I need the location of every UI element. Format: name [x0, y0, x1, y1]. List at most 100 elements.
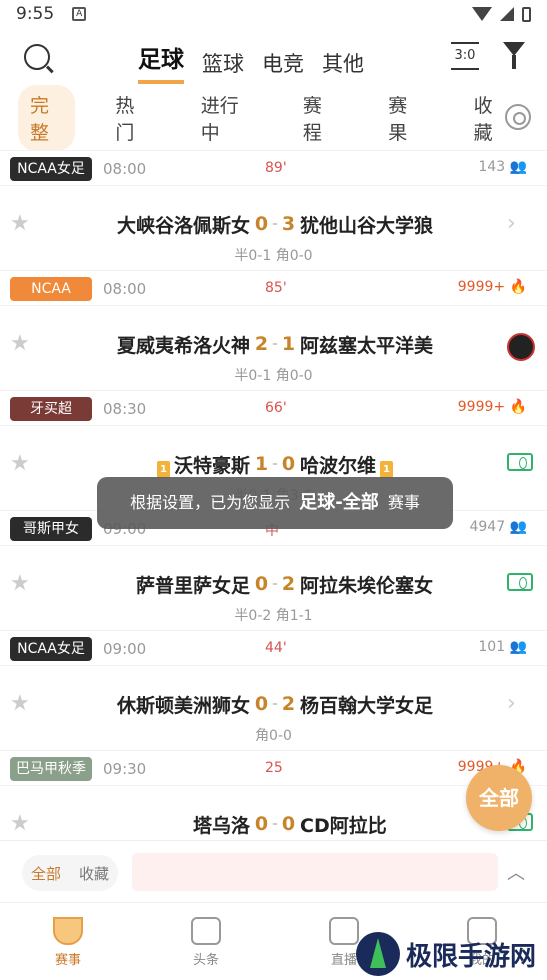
top-nav: 足球 篮球 电竞 其他 3:0 [0, 30, 547, 86]
score-view-icon[interactable]: 3:0 [451, 42, 479, 70]
match-stats: 半0-1 角0-0 [234, 368, 313, 384]
match-header: NCAA女足 08:00 89' 143 👥 [0, 157, 547, 183]
tab-football[interactable]: 足球 [138, 40, 184, 84]
tab-other[interactable]: 其他 [322, 48, 364, 84]
teams-line: 大峡谷洛佩斯女 0-3 犹他山谷大学狼 [100, 209, 450, 239]
toast-suffix: 赛事 [387, 493, 420, 512]
sport-tabs: 足球 篮球 电竞 其他 [138, 40, 364, 84]
score-dash: - [272, 336, 278, 352]
tab-news[interactable]: 头条 [176, 917, 236, 968]
star-icon[interactable]: ★ [10, 691, 30, 716]
subtab-live[interactable]: 进行中 [189, 85, 263, 151]
away-score: 2 [281, 693, 296, 715]
settings-gear-icon[interactable] [505, 104, 531, 130]
match-stats: 半0-1 角0-0 [234, 248, 313, 264]
teams-line: 塔乌洛 0-0 CD阿拉比 [100, 809, 450, 839]
play-icon [329, 917, 359, 945]
status-bar: 9:55 A [0, 0, 547, 28]
star-icon[interactable]: ★ [10, 211, 30, 236]
home-team-name: 夏威夷希洛火神 [116, 334, 250, 357]
subtab-results[interactable]: 赛果 [376, 85, 433, 151]
away-score: 3 [281, 213, 296, 235]
viewers-count: 143 👥 [478, 159, 527, 175]
away-team-name: 杨百翰大学女足 [300, 694, 434, 717]
score: 2-1 [250, 333, 300, 355]
row-divider [0, 425, 547, 426]
match-time: 08:30 [103, 400, 147, 418]
match-header: 牙买超 08:30 66' 9999+ 🔥 [0, 397, 547, 423]
match-time: 08:00 [103, 280, 147, 298]
row-action: › [507, 693, 533, 715]
news-icon [191, 917, 221, 945]
star-icon[interactable]: ★ [10, 811, 30, 836]
home-team-name: 休斯顿美洲狮女 [116, 694, 250, 717]
filter-icon[interactable] [503, 42, 525, 70]
star-icon[interactable]: ★ [10, 451, 30, 476]
home-team-name: 萨普里萨女足 [135, 574, 250, 597]
status-right [472, 6, 531, 22]
home-team: 萨普里萨女足 [100, 571, 250, 598]
away-score: 0 [281, 453, 296, 475]
league-filter-pill[interactable] [132, 853, 498, 891]
status-time: 9:55 [16, 4, 55, 24]
chevron-up-icon[interactable]: ︿ [507, 859, 525, 885]
pitch-icon[interactable] [507, 573, 533, 591]
subtab-schedule[interactable]: 赛程 [291, 85, 348, 151]
chevron-right-icon[interactable]: › [507, 211, 516, 236]
signal-icon [500, 7, 514, 21]
match-header: NCAA 08:00 85' 9999+ 🔥 [0, 277, 547, 303]
home-team: 夏威夷希洛火神 [100, 331, 250, 358]
pitch-icon[interactable] [507, 453, 533, 471]
home-score: 0 [254, 213, 269, 235]
away-team-name: 阿兹塞太平洋美 [300, 334, 434, 357]
scope-all[interactable]: 全部 [31, 863, 61, 884]
score: 0-2 [250, 693, 300, 715]
match-time: 09:30 [103, 760, 147, 778]
score-dash: - [272, 816, 278, 832]
score: 0-2 [250, 573, 300, 595]
match-row[interactable]: NCAA女足 09:00 44' 101 👥 ★ 休斯顿美洲狮女 0-2 杨百翰大学女足 角0-… [0, 630, 547, 750]
fire-icon: 9999+ 🔥 [457, 399, 527, 415]
viewer-count: 101 [478, 639, 506, 655]
home-team-name: 沃特豪斯 [173, 454, 250, 477]
score-dash: - [272, 576, 278, 592]
match-row[interactable]: NCAA 08:00 85' 9999+ 🔥 ★ 夏威夷希洛火神 2-1 阿兹塞太平洋美半0-… [0, 270, 547, 390]
score-dash: - [272, 216, 278, 232]
sub-tabs: 完整 热门 进行中 赛程 赛果 收藏 [0, 85, 547, 151]
home-score: 2 [254, 333, 269, 355]
tab-live-label: 直播 [330, 953, 357, 968]
match-stats: 半0-2 角1-1 [234, 608, 313, 624]
league-badge: NCAA女足 [10, 637, 92, 661]
home-team-name: 大峡谷洛佩斯女 [116, 214, 250, 237]
score: 0-3 [250, 213, 300, 235]
tab-matches-label: 赛事 [54, 953, 81, 968]
search-icon[interactable] [24, 44, 50, 70]
home-team: 1 沃特豪斯 [100, 451, 250, 478]
viewer-count: 4947 [469, 519, 506, 535]
scope-fav[interactable]: 收藏 [79, 863, 109, 884]
match-row[interactable]: NCAA女足 08:00 89' 143 👥 ★ 大峡谷洛佩斯女 0-3 犹他山谷大学狼半0-… [0, 150, 547, 270]
tab-matches[interactable]: 赛事 [38, 917, 98, 968]
tab-esports[interactable]: 电竞 [262, 48, 304, 84]
scope-toggle: 全部 收藏 [22, 855, 118, 891]
row-divider [0, 665, 547, 666]
row-action [507, 573, 533, 595]
float-all-button[interactable]: 全部 [466, 765, 532, 831]
tab-basketball[interactable]: 篮球 [202, 48, 244, 84]
subtab-complete[interactable]: 完整 [18, 85, 76, 151]
yellow-card-icon: 1 [380, 460, 394, 478]
row-divider [0, 785, 547, 786]
team-avatar-icon[interactable] [507, 333, 535, 361]
chevron-right-icon[interactable]: › [507, 691, 516, 716]
home-score: 0 [254, 573, 269, 595]
away-team-name: 阿拉朱埃伦塞女 [300, 574, 434, 597]
star-icon[interactable]: ★ [10, 571, 30, 596]
star-icon[interactable]: ★ [10, 331, 30, 356]
watermark: 极限手游网 [356, 932, 536, 976]
toast-prefix: 根据设置，已为您显示 [130, 493, 291, 512]
match-header: 巴马甲秋季 09:30 25 9999+ 🔥 [0, 757, 547, 783]
row-divider [0, 305, 547, 306]
wifi-icon [472, 7, 492, 21]
subtab-hot[interactable]: 热门 [103, 85, 160, 151]
yellow-card-icon: 1 [156, 460, 170, 478]
